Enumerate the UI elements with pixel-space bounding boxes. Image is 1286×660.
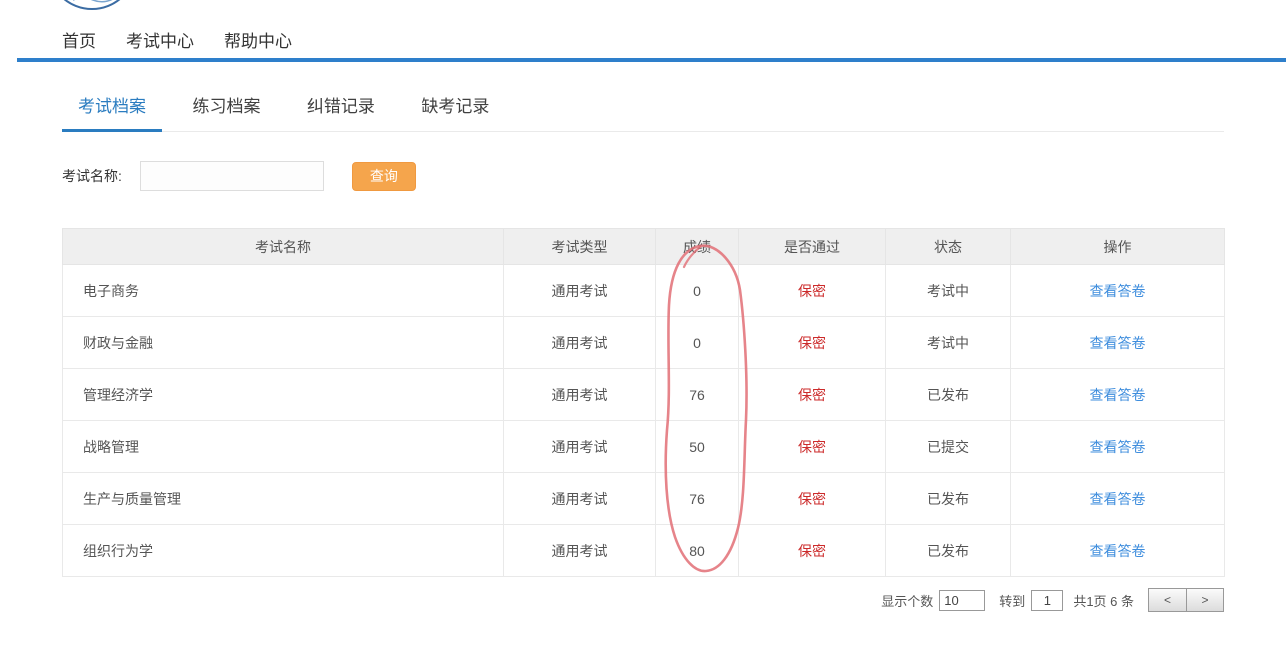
- tab-correction-log[interactable]: 纠错记录: [291, 93, 391, 132]
- col-header-status: 状态: [886, 229, 1011, 265]
- exam-name-cell: 生产与质量管理: [63, 473, 504, 525]
- table-row: 组织行为学 通用考试 80 保密 已发布 查看答卷: [63, 525, 1225, 577]
- exam-type-cell: 通用考试: [504, 265, 656, 317]
- pass-status-cell: 保密: [739, 265, 886, 317]
- archive-tabs: 考试档案 练习档案 纠错记录 缺考记录: [62, 93, 1224, 132]
- score-cell: 76: [656, 473, 739, 525]
- table-row: 管理经济学 通用考试 76 保密 已发布 查看答卷: [63, 369, 1225, 421]
- per-page-input[interactable]: [939, 590, 985, 611]
- search-bar: 考试名称: 查询: [62, 161, 416, 191]
- nav-item-help-center[interactable]: 帮助中心: [224, 27, 292, 52]
- pass-status-cell: 保密: [739, 473, 886, 525]
- table-row: 生产与质量管理 通用考试 76 保密 已发布 查看答卷: [63, 473, 1225, 525]
- status-cell: 已发布: [886, 473, 1011, 525]
- pass-status-cell: 保密: [739, 421, 886, 473]
- status-cell: 考试中: [886, 265, 1011, 317]
- score-cell: 0: [656, 317, 739, 369]
- col-header-score: 成绩: [656, 229, 739, 265]
- exam-name-search-input[interactable]: [140, 161, 324, 191]
- tab-absence-log[interactable]: 缺考记录: [405, 93, 505, 132]
- table-row: 战略管理 通用考试 50 保密 已提交 查看答卷: [63, 421, 1225, 473]
- pass-status-cell: 保密: [739, 317, 886, 369]
- logo-emblem-detail: [63, 0, 121, 4]
- score-cell: 0: [656, 265, 739, 317]
- status-cell: 已提交: [886, 421, 1011, 473]
- table-row: 电子商务 通用考试 0 保密 考试中 查看答卷: [63, 265, 1225, 317]
- exam-type-cell: 通用考试: [504, 473, 656, 525]
- col-header-pass-status: 是否通过: [739, 229, 886, 265]
- exam-name-cell: 战略管理: [63, 421, 504, 473]
- exam-name-cell: 电子商务: [63, 265, 504, 317]
- score-cell: 76: [656, 369, 739, 421]
- nav-accent-divider: [17, 58, 1286, 62]
- nav-item-home[interactable]: 首页: [62, 27, 96, 52]
- goto-page-label: 转到: [999, 591, 1025, 610]
- status-cell: 考试中: [886, 317, 1011, 369]
- exam-name-cell: 管理经济学: [63, 369, 504, 421]
- per-page-label: 显示个数: [881, 591, 933, 610]
- tab-exam-archive[interactable]: 考试档案: [62, 93, 162, 132]
- status-cell: 已发布: [886, 369, 1011, 421]
- pass-status-cell: 保密: [739, 369, 886, 421]
- status-cell: 已发布: [886, 525, 1011, 577]
- view-answer-sheet-link[interactable]: 查看答卷: [1011, 421, 1225, 473]
- score-cell: 80: [656, 525, 739, 577]
- goto-page-input[interactable]: [1031, 590, 1063, 611]
- search-button[interactable]: 查询: [352, 162, 416, 191]
- exam-name-cell: 组织行为学: [63, 525, 504, 577]
- nav-item-exam-center[interactable]: 考试中心: [126, 27, 194, 52]
- view-answer-sheet-link[interactable]: 查看答卷: [1011, 369, 1225, 421]
- tab-practice-archive[interactable]: 练习档案: [176, 93, 276, 132]
- view-answer-sheet-link[interactable]: 查看答卷: [1011, 265, 1225, 317]
- page-summary: 共1页 6 条: [1073, 591, 1134, 610]
- table-header: 考试名称 考试类型 成绩 是否通过 状态 操作: [63, 229, 1225, 265]
- search-label: 考试名称:: [62, 166, 122, 186]
- view-answer-sheet-link[interactable]: 查看答卷: [1011, 525, 1225, 577]
- site-logo-icon: [47, 0, 137, 10]
- col-header-exam-name: 考试名称: [63, 229, 504, 265]
- exam-results-table: 考试名称 考试类型 成绩 是否通过 状态 操作 电子商务 通用考试 0 保密 考…: [62, 228, 1225, 577]
- exam-archive-page: 首页 考试中心 帮助中心 考试档案 练习档案 纠错记录 缺考记录 考试名称: 查…: [0, 0, 1286, 660]
- page-nav-buttons: < >: [1148, 588, 1224, 612]
- table-row: 财政与金融 通用考试 0 保密 考试中 查看答卷: [63, 317, 1225, 369]
- view-answer-sheet-link[interactable]: 查看答卷: [1011, 317, 1225, 369]
- col-header-actions: 操作: [1011, 229, 1225, 265]
- exam-type-cell: 通用考试: [504, 525, 656, 577]
- pass-status-cell: 保密: [739, 525, 886, 577]
- pagination-bar: 显示个数 转到 共1页 6 条 < >: [881, 588, 1224, 612]
- exam-name-cell: 财政与金融: [63, 317, 504, 369]
- exam-type-cell: 通用考试: [504, 421, 656, 473]
- col-header-exam-type: 考试类型: [504, 229, 656, 265]
- prev-page-button chevron-left-icon[interactable]: <: [1149, 589, 1186, 611]
- next-page-button chevron-right-icon[interactable]: >: [1186, 589, 1223, 611]
- top-nav: 首页 考试中心 帮助中心: [62, 27, 292, 52]
- score-cell: 50: [656, 421, 739, 473]
- exam-type-cell: 通用考试: [504, 369, 656, 421]
- exam-type-cell: 通用考试: [504, 317, 656, 369]
- view-answer-sheet-link[interactable]: 查看答卷: [1011, 473, 1225, 525]
